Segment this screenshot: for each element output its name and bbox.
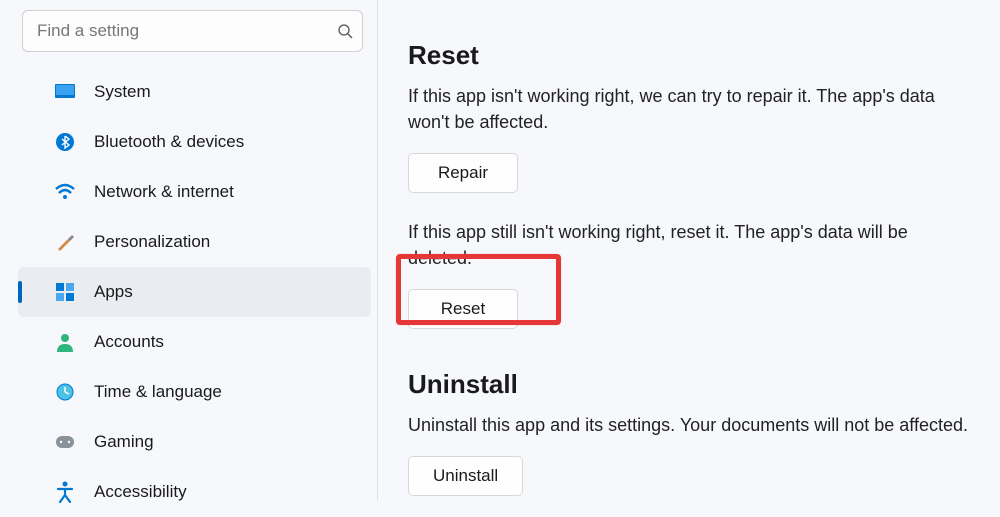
sidebar-item-accessibility[interactable]: Accessibility (18, 467, 371, 517)
sidebar-item-network[interactable]: Network & internet (18, 167, 371, 217)
main-content: Reset If this app isn't working right, w… (377, 0, 1000, 500)
reset-heading: Reset (408, 40, 970, 71)
gamepad-icon (54, 431, 76, 453)
sidebar-item-label: System (94, 82, 151, 102)
sidebar-item-gaming[interactable]: Gaming (18, 417, 371, 467)
search-wrapper (22, 10, 363, 52)
uninstall-description: Uninstall this app and its settings. You… (408, 412, 970, 438)
bluetooth-icon (54, 131, 76, 153)
sidebar-item-personalization[interactable]: Personalization (18, 217, 371, 267)
sidebar-item-label: Time & language (94, 382, 222, 402)
repair-description: If this app isn't working right, we can … (408, 83, 968, 135)
sidebar-item-label: Apps (94, 282, 133, 302)
monitor-icon (54, 81, 76, 103)
search-icon[interactable] (337, 23, 353, 39)
reset-button[interactable]: Reset (408, 289, 518, 329)
sidebar-item-accounts[interactable]: Accounts (18, 317, 371, 367)
sidebar-item-label: Network & internet (94, 182, 234, 202)
sidebar-item-label: Accessibility (94, 482, 187, 502)
wifi-icon (54, 181, 76, 203)
repair-button[interactable]: Repair (408, 153, 518, 193)
sidebar-item-label: Personalization (94, 232, 210, 252)
uninstall-button[interactable]: Uninstall (408, 456, 523, 496)
sidebar-item-label: Bluetooth & devices (94, 132, 244, 152)
sidebar-item-time-language[interactable]: Time & language (18, 367, 371, 417)
sidebar-item-apps[interactable]: Apps (18, 267, 371, 317)
search-input[interactable] (22, 10, 363, 52)
sidebar-item-label: Accounts (94, 332, 164, 352)
person-icon (54, 331, 76, 353)
reset-description: If this app still isn't working right, r… (408, 219, 970, 271)
reset-section: Reset If this app isn't working right, w… (408, 40, 970, 329)
nav-list: System Bluetooth & devices Network & int… (0, 67, 378, 517)
sidebar-item-label: Gaming (94, 432, 154, 452)
brush-icon (54, 231, 76, 253)
sidebar-item-bluetooth[interactable]: Bluetooth & devices (18, 117, 371, 167)
sidebar: System Bluetooth & devices Network & int… (0, 0, 378, 500)
uninstall-section: Uninstall Uninstall this app and its set… (408, 369, 970, 496)
uninstall-heading: Uninstall (408, 369, 970, 400)
clock-icon (54, 381, 76, 403)
apps-icon (54, 281, 76, 303)
sidebar-item-system[interactable]: System (18, 67, 371, 117)
